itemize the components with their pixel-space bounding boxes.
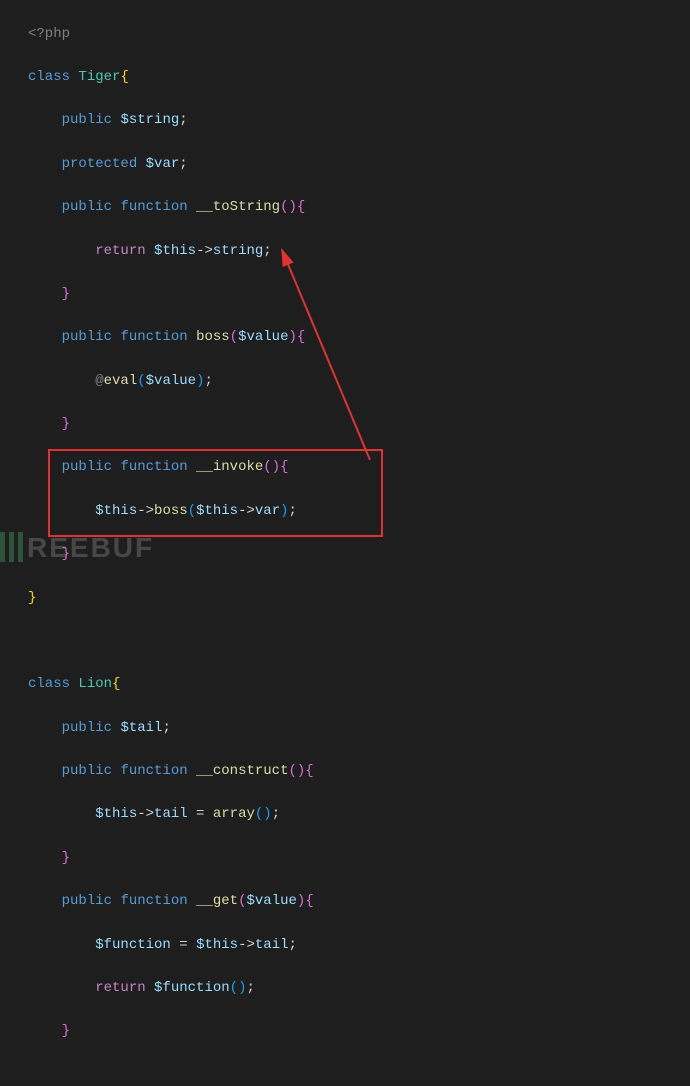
code-line: } [28,414,690,436]
code-line: } [28,588,690,610]
code-line: return $function(); [28,978,690,1000]
code-line: $this->boss($this->var); [28,501,690,523]
code-line: <?php [28,24,690,46]
code-line [28,631,690,653]
code-line: } [28,1021,690,1043]
code-line: $function = $this->tail; [28,935,690,957]
code-line: class Tiger{ [28,67,690,89]
watermark-bars [0,532,23,562]
code-line: $this->tail = array(); [28,804,690,826]
code-line: } [28,284,690,306]
code-line: public function __construct(){ [28,761,690,783]
code-line: protected $var; [28,154,690,176]
code-line: return $this->string; [28,241,690,263]
code-line: @eval($value); [28,371,690,393]
watermark-text: REEBUF [27,526,154,569]
code-line: public $tail; [28,718,690,740]
code-line: public function __toString(){ [28,197,690,219]
code-line: public function __get($value){ [28,891,690,913]
code-line: class Lion{ [28,674,690,696]
code-line: public function __invoke(){ [28,457,690,479]
code-line: public $string; [28,110,690,132]
invoke-var-prop: var [255,503,280,519]
code-line: } [28,848,690,870]
code-line: public function boss($value){ [28,327,690,349]
watermark: REEBUF [0,526,154,569]
